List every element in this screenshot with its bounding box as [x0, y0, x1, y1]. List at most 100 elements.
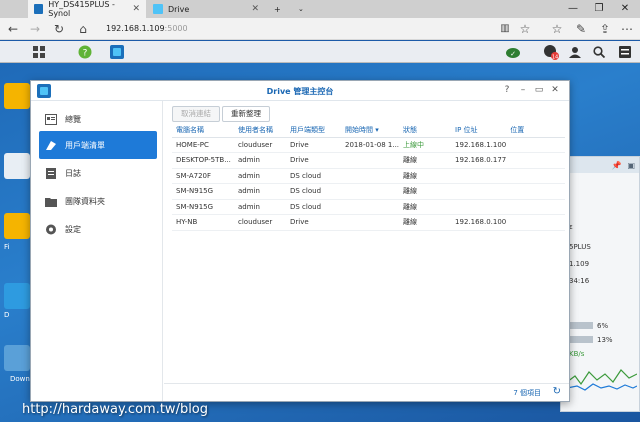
sidebar-item-client-list[interactable]: 用戶端清單	[39, 131, 157, 159]
network-rate: KB/s	[569, 350, 585, 358]
favorite-star-icon[interactable]: ☆	[516, 20, 534, 38]
maximize-window-button[interactable]: ❐	[586, 0, 612, 18]
sidebar-item-overview[interactable]: 總覽	[39, 105, 157, 133]
cell-start-time	[341, 199, 400, 215]
cell-status: 離線	[399, 214, 452, 231]
close-button[interactable]: ✕	[549, 85, 561, 95]
desktop-shortcut-icon[interactable]	[4, 345, 30, 371]
table-row[interactable]: SM-N915G admin DS cloud 離線	[172, 199, 565, 215]
synology-favicon-icon	[34, 4, 44, 14]
cell-status: 離線	[399, 183, 452, 200]
address-bar[interactable]: 192.168.1.109:5000	[100, 21, 500, 37]
drive-admin-window: Drive 管理主控台 ? – ▭ ✕ 總覽 用戶端清單 日誌 團隊資料夾 設定…	[30, 80, 570, 402]
reload-icon[interactable]: ↻	[50, 20, 68, 38]
favorites-hub-icon[interactable]: ☆	[548, 20, 566, 38]
table-row[interactable]: DESKTOP-5TB... admin Drive 離線 192.168.0.…	[172, 152, 565, 169]
log-icon	[46, 167, 56, 179]
column-header[interactable]: 用戶端類型	[286, 124, 341, 138]
help-button[interactable]: ?	[501, 85, 513, 95]
cell-ip	[451, 199, 507, 215]
column-header[interactable]: 使用者名稱	[234, 124, 286, 138]
maximize-button[interactable]: ▭	[533, 85, 545, 95]
back-icon[interactable]: ←	[4, 20, 22, 38]
drive-app-icon[interactable]	[106, 43, 128, 61]
home-icon[interactable]: ⌂	[74, 20, 92, 38]
column-header[interactable]: IP 位址	[451, 124, 507, 138]
svg-text:14: 14	[552, 55, 558, 61]
cloud-sync-icon[interactable]: ✓	[502, 43, 524, 61]
table-footer: 7 個項目 ↻	[164, 383, 569, 401]
sidebar-item-label: 日誌	[65, 168, 81, 178]
minimize-button[interactable]: –	[517, 85, 529, 95]
widgets-icon[interactable]	[614, 43, 636, 61]
close-tab-icon[interactable]: ✕	[251, 4, 259, 14]
sidebar-item-settings[interactable]: 設定	[39, 215, 157, 243]
cell-location	[506, 199, 565, 215]
refresh-icon[interactable]: ↻	[553, 386, 561, 397]
search-icon[interactable]	[588, 43, 610, 61]
sidebar: 總覽 用戶端清單 日誌 團隊資料夾 設定	[31, 101, 163, 401]
browser-tab-synology[interactable]: HY_DS415PLUS - Synol ✕	[28, 0, 146, 18]
disconnect-button[interactable]: 取消連結	[172, 106, 220, 122]
help-app-icon[interactable]: ?	[74, 43, 96, 61]
refresh-button[interactable]: 重新整理	[222, 106, 270, 122]
desktop-shortcut-icon[interactable]	[4, 83, 30, 109]
ram-usage-bar	[569, 336, 593, 343]
notifications-icon[interactable]: 14	[540, 43, 562, 61]
cell-start-time	[341, 214, 400, 231]
cell-computer-name: HOME-PC	[172, 137, 234, 153]
sidebar-item-log[interactable]: 日誌	[39, 159, 157, 187]
system-health-widget: 📌 ▣ ε 5PLUS 1.109 34:16 6% 13% KB/s	[560, 156, 640, 412]
cell-status: 離線	[399, 152, 452, 169]
pin-icon[interactable]: 📌	[611, 161, 621, 170]
main-menu-icon[interactable]	[28, 43, 50, 61]
more-icon[interactable]: ⋯	[618, 20, 636, 38]
sidebar-item-label: 團隊資料夾	[65, 196, 105, 206]
widget-toggle-icon[interactable]: ▣	[627, 161, 635, 170]
table-row[interactable]: SM-N915G admin DS cloud 離線	[172, 183, 565, 200]
new-tab-button[interactable]: +	[268, 0, 288, 18]
cell-username: admin	[234, 152, 286, 169]
reading-view-icon[interactable]: ▥	[496, 20, 514, 38]
team-folder-icon	[45, 197, 57, 207]
table-row[interactable]: HY-NB clouduser Drive 離線 192.168.0.100	[172, 214, 565, 231]
cell-client-type: DS cloud	[286, 183, 341, 200]
cell-ip	[451, 168, 507, 184]
desktop-shortcut-icon[interactable]	[4, 213, 30, 239]
cell-username: admin	[234, 199, 286, 215]
close-window-button[interactable]: ✕	[612, 0, 638, 18]
table-row[interactable]: HOME-PC clouduser Drive 2018-01-08 1... …	[172, 137, 565, 153]
column-header[interactable]: 開始時間 ▾	[341, 124, 400, 138]
network-graph	[567, 369, 637, 391]
column-header[interactable]: 電腦名稱	[172, 124, 234, 138]
sidebar-item-team-folder[interactable]: 團隊資料夾	[39, 187, 157, 215]
forward-icon[interactable]: →	[26, 20, 44, 38]
cell-ip: 192.168.0.100	[451, 214, 507, 231]
cell-username: admin	[234, 168, 286, 184]
widget-text: 5PLUS	[569, 243, 591, 251]
table-row[interactable]: SM-A720F admin DS cloud 離線	[172, 168, 565, 184]
ram-usage-value: 13%	[597, 336, 613, 344]
tab-dropdown-icon[interactable]: ⌄	[292, 0, 308, 18]
desktop-shortcut-icon[interactable]	[4, 153, 30, 179]
close-tab-icon[interactable]: ✕	[132, 4, 140, 14]
cell-status: 離線	[399, 168, 452, 184]
cell-computer-name: SM-N915G	[172, 199, 234, 215]
cell-location	[506, 183, 565, 200]
sidebar-item-label: 設定	[65, 224, 81, 234]
minimize-window-button[interactable]: —	[560, 0, 586, 18]
table-header-row: 電腦名稱 使用者名稱 用戶端類型 開始時間 ▾ 狀態 IP 位址 位置	[172, 124, 565, 138]
user-icon[interactable]	[564, 43, 586, 61]
column-header[interactable]: 位置	[506, 124, 565, 138]
cpu-usage-bar	[569, 322, 593, 329]
desktop-shortcut-icon[interactable]	[4, 283, 30, 309]
share-icon[interactable]: ⇪	[596, 20, 614, 38]
sidebar-item-label: 用戶端清單	[65, 140, 105, 150]
cell-ip: 192.168.0.177	[451, 152, 507, 169]
column-header[interactable]: 狀態	[399, 124, 452, 138]
browser-tab-drive[interactable]: Drive ✕	[147, 0, 265, 18]
overview-icon	[45, 113, 57, 125]
dsm-taskbar: ? ✓ 14	[0, 41, 640, 63]
notes-pen-icon[interactable]: ✎	[572, 20, 590, 38]
cell-start-time	[341, 168, 400, 184]
